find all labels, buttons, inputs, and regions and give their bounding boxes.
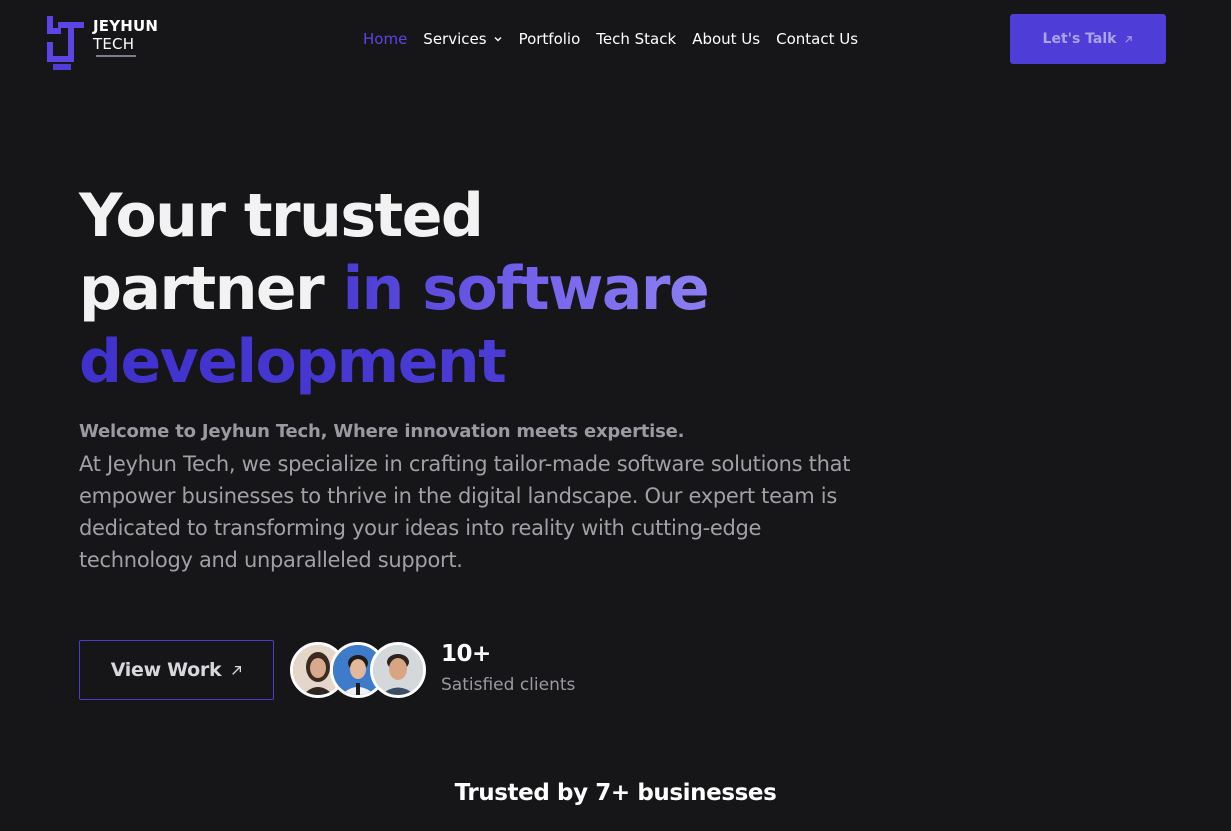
client-avatar <box>370 642 426 698</box>
nav-item-home[interactable]: Home <box>363 30 407 48</box>
view-work-label: View Work <box>110 659 222 681</box>
hero-welcome: Welcome to Jeyhun Tech, Where innovation… <box>79 421 685 442</box>
hero-title-accent: in software <box>342 254 710 324</box>
hero-description: At Jeyhun Tech, we specialize in craftin… <box>79 452 851 572</box>
nav-item-services-label: Services <box>423 30 487 48</box>
brand-sub: TECH <box>93 35 135 53</box>
lets-talk-label: Let's Talk <box>1042 31 1117 47</box>
hero-title-line-1: Your trusted <box>79 181 484 251</box>
chevron-down-icon <box>494 37 502 42</box>
clients-label: Satisfied clients <box>441 675 576 695</box>
hero-title-line-2: partner in software <box>79 253 779 326</box>
brand-name: JEYHUN <box>93 17 159 35</box>
hero-title-plain: partner <box>79 254 343 324</box>
nav-item-services[interactable]: Services <box>423 30 502 48</box>
brand-logo[interactable]: JEYHUN TECH <box>44 14 174 72</box>
hero-title: Your trusted partner in software develop… <box>79 180 779 399</box>
view-work-button[interactable]: View Work <box>79 640 274 700</box>
nav-item-portfolio[interactable]: Portfolio <box>519 30 581 48</box>
arrow-up-right-icon <box>232 665 242 675</box>
lets-talk-button[interactable]: Let's Talk <box>1010 14 1166 64</box>
trusted-title: Trusted by 7+ businesses <box>454 780 777 806</box>
brand-tagline-mark <box>96 55 136 57</box>
jt-logo-icon <box>47 16 84 70</box>
page: JEYHUN TECH Home Services Portfolio Tech… <box>0 0 1231 831</box>
clients-count: 10+ <box>441 641 491 667</box>
main-nav: Home Services Portfolio Tech Stack About… <box>363 28 858 50</box>
nav-item-contact-us[interactable]: Contact Us <box>776 30 858 48</box>
arrow-up-right-icon <box>1125 35 1133 43</box>
hero-title-line-3: development <box>79 326 779 399</box>
nav-item-tech-stack[interactable]: Tech Stack <box>596 30 676 48</box>
nav-item-about-us[interactable]: About Us <box>692 30 760 48</box>
